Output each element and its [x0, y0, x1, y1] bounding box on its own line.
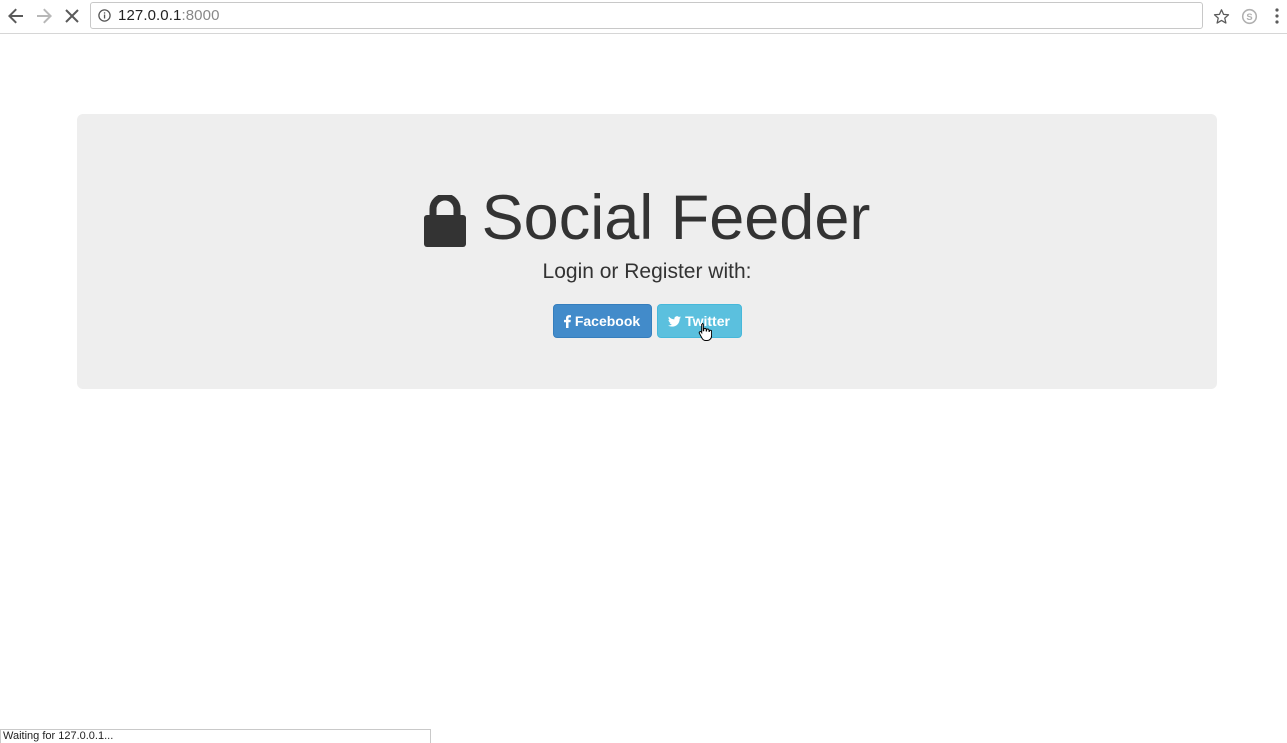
page-title-text: Social Feeder: [481, 183, 871, 253]
hand-cursor-icon: [698, 322, 712, 342]
svg-text:S: S: [1246, 11, 1252, 21]
stop-icon[interactable]: [60, 4, 84, 28]
browser-toolbar: 127.0.0.1:8000 S: [0, 0, 1287, 34]
facebook-button-label: Facebook: [574, 313, 641, 329]
url-text[interactable]: 127.0.0.1:8000: [118, 7, 220, 24]
url-port: :8000: [181, 7, 220, 24]
facebook-icon: [563, 314, 571, 328]
twitter-icon: [668, 315, 682, 327]
back-arrow-icon[interactable]: [4, 4, 28, 28]
jumbotron: Social Feeder Login or Register with: Fa…: [77, 114, 1217, 389]
skype-icon[interactable]: S: [1238, 5, 1260, 27]
status-bar: Waiting for 127.0.0.1...: [0, 729, 431, 743]
star-icon[interactable]: [1210, 5, 1232, 27]
subtitle: Login or Register with:: [542, 260, 752, 283]
social-button-group: Facebook Twitter: [77, 304, 1217, 341]
page-title: Social Feeder: [77, 187, 1217, 250]
info-icon[interactable]: [97, 9, 111, 23]
forward-arrow-icon[interactable]: [32, 4, 56, 28]
address-bar[interactable]: 127.0.0.1:8000: [90, 2, 1203, 29]
facebook-login-button[interactable]: Facebook: [552, 304, 652, 338]
url-host: 127.0.0.1: [118, 7, 182, 24]
lock-icon: [423, 193, 466, 247]
twitter-login-button[interactable]: Twitter: [656, 304, 742, 341]
menu-icon[interactable]: [1266, 5, 1287, 27]
